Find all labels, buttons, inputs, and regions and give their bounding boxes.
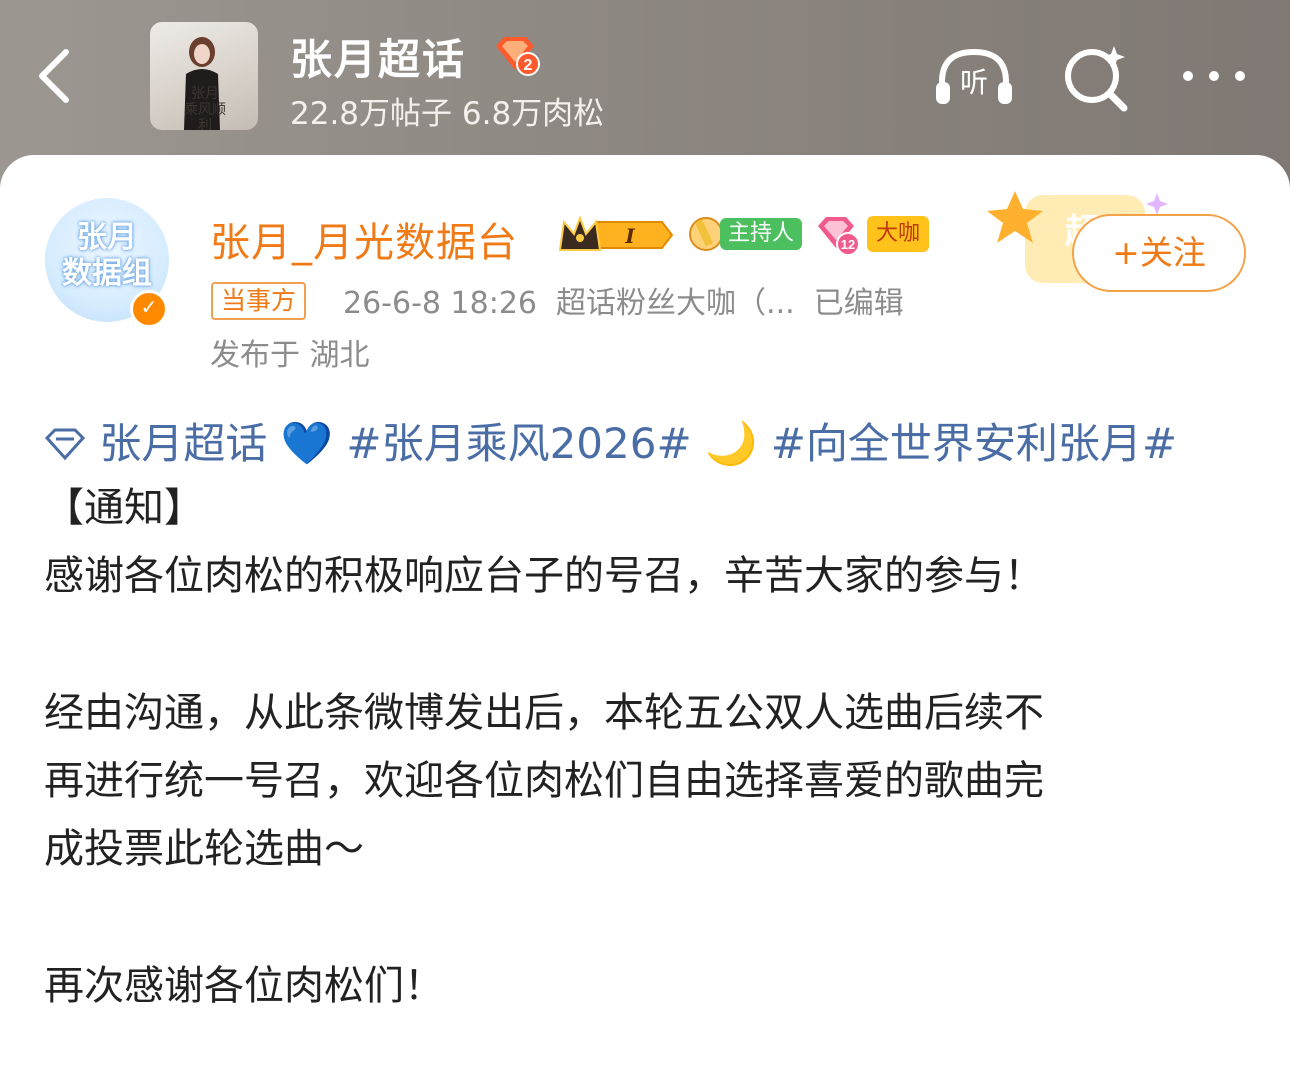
crown-rank-badge: I: [558, 215, 674, 251]
host-badge: 主持人: [686, 214, 804, 254]
host-badge-label: 主持人: [720, 218, 802, 250]
daka-badge: 大咖: [867, 216, 929, 252]
post-text-line: 感谢各位肉松的积极响应台子的号召，辛苦大家的参与！: [44, 553, 1044, 599]
verified-badge-icon: ✓: [130, 290, 168, 328]
topic-tags: 张月超话 💙 #张月乘风2026# 🌙 #向全世界安利张月#: [44, 408, 1254, 474]
avatar-text: 张月 数据组: [62, 220, 152, 291]
back-arrow-icon[interactable]: [34, 46, 74, 106]
topic-tag-link[interactable]: 张月超话: [99, 411, 267, 477]
hashtag-link[interactable]: #向全世界安利张月#: [771, 411, 1177, 477]
party-tag: 当事方: [211, 282, 307, 320]
svg-text:听: 听: [960, 66, 988, 99]
post-text-line: 再次感谢各位肉松们！: [44, 963, 444, 1009]
author-name[interactable]: 张月_月光数据台: [210, 210, 518, 268]
topic-level-badge: 2: [496, 37, 540, 76]
post-text-line: 经由沟通，从此条微博发出后，本轮五公双人选曲后续不: [44, 690, 1044, 736]
hashtag-link[interactable]: #张月乘风2026#: [346, 411, 691, 477]
svg-text:I: I: [624, 224, 635, 248]
post-text-line: 【通知】: [44, 485, 204, 531]
diamond-icon: [44, 428, 86, 460]
topic-title: 张月超话: [290, 35, 467, 84]
more-dots-icon[interactable]: [1176, 42, 1252, 112]
post-text-line: 再进行统一号召，欢迎各位肉松们自由选择喜爱的歌曲完: [44, 758, 1044, 804]
post-location: 发布于 湖北: [210, 338, 370, 373]
search-sparkle-icon[interactable]: [1058, 42, 1142, 112]
svg-text:12: 12: [841, 237, 855, 252]
post-content: 张月超话 💙 #张月乘风2026# 🌙 #向全世界安利张月# 【通知】 感谢各位…: [44, 408, 1254, 1020]
fan-level-badge: 12: [818, 217, 860, 256]
svg-text:2: 2: [524, 57, 533, 74]
blue-heart-icon: 💙: [280, 418, 334, 468]
topic-cover-image[interactable]: 张月 乘风顺利: [150, 22, 258, 130]
cover-caption: 张月 乘风顺利: [184, 86, 226, 130]
listen-headphones-icon[interactable]: 听: [932, 42, 1016, 112]
post-text-line: 成投票此轮选曲～: [44, 826, 364, 872]
post-meta: 26-6-8 18:26 超话粉丝大咖（... 已编辑: [343, 286, 904, 321]
moon-icon: 🌙: [705, 418, 758, 468]
follow-button[interactable]: +关注: [1072, 214, 1246, 292]
topic-stats: 22.8万帖子 6.8万肉松: [290, 96, 605, 132]
